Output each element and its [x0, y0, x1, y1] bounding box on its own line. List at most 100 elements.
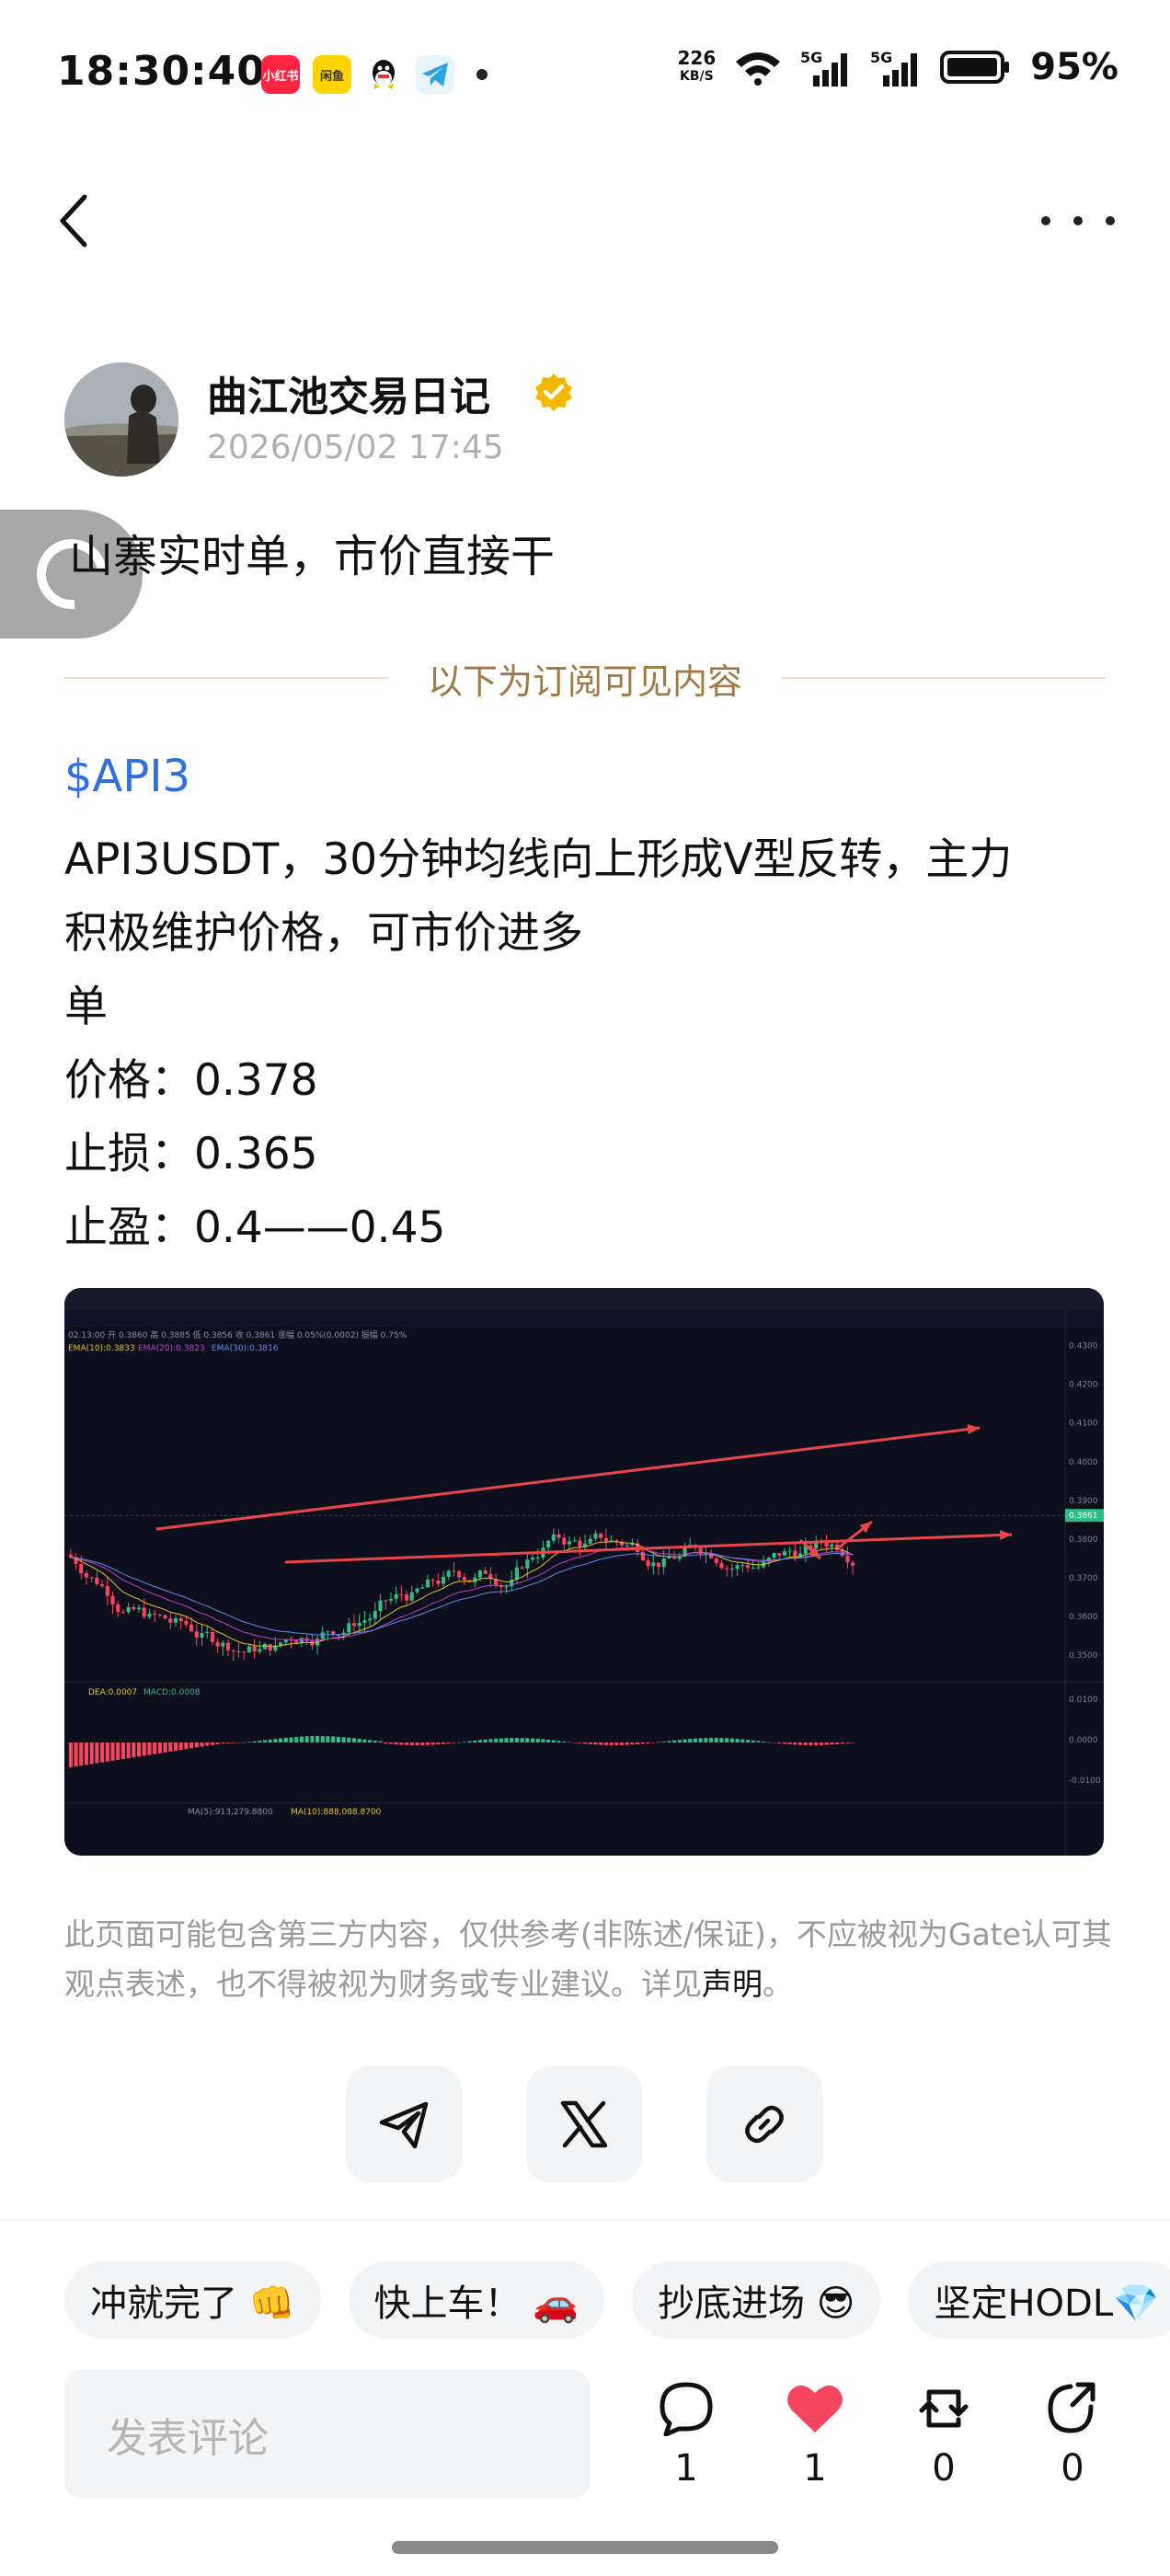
macd-bar [729, 1738, 734, 1742]
candle-body [782, 1551, 787, 1556]
share-telegram-button[interactable] [346, 2066, 462, 2182]
candle-body [157, 1615, 162, 1616]
quick-reply-chip[interactable]: 抄底进场 😎 [632, 2261, 881, 2339]
home-indicator[interactable] [392, 2541, 778, 2554]
comment-input[interactable]: 发表评论 [64, 2370, 591, 2499]
avatar[interactable] [64, 362, 178, 477]
macd-bar [735, 1739, 740, 1742]
repost-button[interactable]: 0 [907, 2381, 981, 2490]
macd-bar [814, 1742, 819, 1745]
macd-bar [388, 1742, 394, 1744]
macd-bar [725, 1738, 729, 1742]
macd-bar [405, 1742, 409, 1745]
trend-arrow-line [155, 1426, 981, 1531]
macd-bar [157, 1742, 162, 1754]
vol-ma5-label: MA(5):913,279.8800 [188, 1808, 273, 1817]
macd-bar [430, 1742, 435, 1745]
candle-body [221, 1642, 225, 1647]
macd-bar [283, 1737, 288, 1742]
candle-body [268, 1643, 272, 1651]
macd-bar [651, 1742, 656, 1743]
candle-body [378, 1600, 383, 1612]
quick-reply-chip[interactable]: 冲就完了 👊 [64, 2261, 321, 2339]
macd-bar [394, 1742, 398, 1745]
candle-body [173, 1618, 178, 1623]
macd-bar [142, 1742, 146, 1756]
macd-bar [357, 1738, 361, 1742]
share-x-button[interactable] [526, 2066, 642, 2182]
candle-body [787, 1550, 792, 1552]
share-button[interactable]: 0 [1036, 2381, 1109, 2490]
copy-link-button[interactable] [706, 2066, 822, 2182]
macd-bar [556, 1741, 561, 1742]
candle-body [609, 1540, 614, 1542]
candle-body [194, 1631, 199, 1638]
quick-reply-chip[interactable]: 快上车！ 🚗 [348, 2261, 605, 2339]
candle-body [651, 1562, 656, 1567]
ema-line [70, 1541, 854, 1648]
macd-bar [221, 1742, 225, 1743]
candle-body [415, 1588, 419, 1593]
macd-label: MACD:0.0008 [143, 1688, 201, 1697]
quick-reply-chip[interactable]: 坚定HODL💎 [908, 2261, 1170, 2339]
comment-button[interactable]: 1 [649, 2381, 723, 2490]
back-button[interactable] [55, 184, 110, 258]
candle-body [258, 1649, 262, 1652]
candle-body [231, 1650, 235, 1651]
macd-bar [530, 1738, 535, 1742]
macd-bar [457, 1742, 462, 1743]
macd-bar [541, 1739, 545, 1742]
macd-bar [798, 1742, 803, 1745]
candle-body [845, 1555, 850, 1563]
candle-body [446, 1570, 451, 1577]
take-profit-line: 止盈：0.4——0.45 [64, 1202, 446, 1253]
candle-body [714, 1558, 718, 1563]
macd-bar [546, 1739, 551, 1742]
macd-bar [646, 1742, 650, 1743]
price-tick-label: 0.4100 [1069, 1420, 1098, 1429]
candle-body [420, 1587, 425, 1589]
candle-body [667, 1557, 671, 1559]
signal-5g-icon-2: 5G [870, 49, 918, 86]
svg-text:5G: 5G [870, 49, 892, 66]
macd-bar [74, 1742, 78, 1767]
candle-body [326, 1631, 330, 1633]
more-button[interactable] [1041, 193, 1115, 248]
macd-bar [840, 1742, 844, 1744]
candle-body [89, 1577, 94, 1579]
macd-bar [184, 1742, 189, 1750]
macd-bar [205, 1742, 210, 1746]
ema20-label: EMA(20):0.3823 [138, 1344, 205, 1353]
chart-image[interactable]: 02.13:00 开 0.3860 高 0.3885 低 0.3856 收 0.… [64, 1288, 1104, 1856]
statement-link[interactable]: 声明 [702, 1966, 763, 2002]
macd-bar [258, 1741, 262, 1742]
share-arrow-icon [1048, 2382, 1095, 2433]
macd-bar [504, 1738, 509, 1742]
candle-body [384, 1600, 388, 1602]
telegram-app-icon [416, 55, 454, 94]
candle-body [409, 1592, 414, 1601]
candle-body [735, 1565, 740, 1570]
candle-body [351, 1623, 357, 1627]
candle-body [514, 1567, 519, 1581]
macd-bar [620, 1742, 625, 1745]
candle-body [215, 1641, 220, 1647]
trend-arrows [155, 1424, 1013, 1564]
candle-body [436, 1580, 441, 1584]
macd-bar [793, 1742, 797, 1745]
subscriber-divider: 以下为订阅可见内容 [64, 655, 1107, 702]
like-button[interactable]: 1 [778, 2381, 852, 2490]
share-row [346, 2066, 822, 2182]
candle-body [525, 1559, 530, 1569]
author-name[interactable]: 曲江池交易日记 [207, 363, 490, 422]
macd-bar [336, 1736, 340, 1742]
quick-reply-chips: 冲就完了 👊 快上车！ 🚗 抄底进场 😎 坚定HODL💎 [64, 2261, 1170, 2339]
macd-bar [279, 1738, 283, 1742]
divider-line-right [781, 677, 1107, 679]
candle-body [388, 1598, 394, 1601]
macd-bar [567, 1742, 572, 1743]
ticker-link[interactable]: $API3 [64, 751, 190, 802]
candle-body [520, 1567, 524, 1569]
macd-bar [452, 1742, 456, 1743]
post-line: 单 [64, 982, 108, 1032]
